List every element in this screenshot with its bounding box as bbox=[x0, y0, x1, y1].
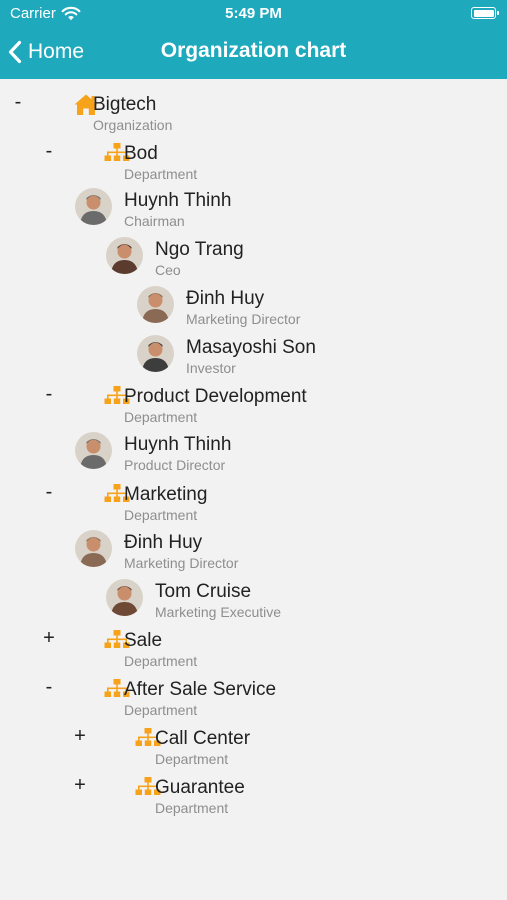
node-title: Guarantee bbox=[155, 777, 245, 798]
node-subtitle: Ceo bbox=[155, 262, 181, 278]
collapse-toggle[interactable]: - bbox=[39, 383, 59, 406]
node-subtitle: Department bbox=[124, 507, 198, 523]
collapse-toggle[interactable]: - bbox=[8, 91, 28, 114]
node-subtitle: Department bbox=[155, 751, 229, 767]
collapse-toggle[interactable]: - bbox=[39, 676, 59, 699]
clock: 5:49 PM bbox=[225, 5, 282, 22]
tree-node[interactable]: Đinh Huy Marketing Director bbox=[0, 530, 507, 577]
node-title: Call Center bbox=[155, 728, 251, 749]
node-title: After Sale Service bbox=[124, 679, 277, 700]
node-subtitle: Department bbox=[124, 166, 198, 182]
tree-node[interactable]: Masayoshi Son Investor bbox=[0, 335, 507, 382]
collapse-toggle[interactable]: - bbox=[39, 481, 59, 504]
tree-node[interactable]: Huynh Thinh Product Director bbox=[0, 432, 507, 479]
node-title: Bod bbox=[124, 143, 158, 164]
node-subtitle: Department bbox=[124, 702, 198, 718]
expand-toggle[interactable]: + bbox=[70, 725, 90, 748]
avatar bbox=[75, 188, 112, 225]
avatar bbox=[75, 530, 112, 567]
tree-node[interactable]: - Bigtech Organization bbox=[0, 91, 507, 139]
node-title: Sale bbox=[124, 630, 163, 651]
avatar bbox=[106, 579, 143, 616]
collapse-toggle[interactable]: - bbox=[39, 140, 59, 163]
node-subtitle: Department bbox=[124, 409, 198, 425]
node-title: Marketing bbox=[124, 484, 208, 505]
node-title: Huynh Thinh bbox=[124, 434, 232, 455]
node-subtitle: Department bbox=[124, 653, 198, 669]
node-title: Ngo Trang bbox=[155, 239, 244, 260]
tree-node[interactable]: Đinh Huy Marketing Director bbox=[0, 286, 507, 333]
tree-node[interactable]: - Bod Department bbox=[0, 140, 507, 188]
tree-node[interactable]: Ngo Trang Ceo bbox=[0, 237, 507, 284]
node-subtitle: Marketing Director bbox=[186, 311, 301, 327]
node-subtitle: Marketing Director bbox=[124, 555, 239, 571]
status-bar: Carrier 5:49 PM bbox=[0, 0, 507, 28]
tree-node[interactable]: + Guarantee Department bbox=[0, 774, 507, 822]
page-title: Organization chart bbox=[160, 39, 347, 62]
node-subtitle: Organization bbox=[93, 117, 173, 133]
tree-node[interactable]: - Product Development Department bbox=[0, 383, 507, 431]
node-title: Đinh Huy bbox=[186, 288, 265, 309]
tree-node[interactable]: Huynh Thinh Chairman bbox=[0, 188, 507, 235]
avatar bbox=[75, 432, 112, 469]
expand-toggle[interactable]: + bbox=[70, 774, 90, 797]
tree-node[interactable]: + Sale Department bbox=[0, 627, 507, 675]
node-title: Đinh Huy bbox=[124, 532, 203, 553]
node-title: Product Development bbox=[124, 386, 307, 407]
navigation-bar: Carrier 5:49 PM Home Organization chart bbox=[0, 0, 507, 79]
node-subtitle: Marketing Executive bbox=[155, 604, 282, 620]
node-subtitle: Product Director bbox=[124, 457, 226, 473]
expand-toggle[interactable]: + bbox=[39, 627, 59, 650]
node-subtitle: Chairman bbox=[124, 213, 185, 229]
node-title: Bigtech bbox=[93, 94, 157, 115]
node-title: Huynh Thinh bbox=[124, 190, 232, 211]
node-title: Tom Cruise bbox=[155, 581, 252, 602]
node-subtitle: Investor bbox=[186, 360, 236, 376]
node-title: Masayoshi Son bbox=[186, 337, 316, 358]
avatar bbox=[137, 286, 174, 323]
tree-node[interactable]: - After Sale Service Department bbox=[0, 676, 507, 724]
node-subtitle: Department bbox=[155, 800, 229, 816]
avatar bbox=[106, 237, 143, 274]
tree-node[interactable]: + Call Center Department bbox=[0, 725, 507, 773]
avatar bbox=[137, 335, 174, 372]
battery-icon bbox=[471, 7, 499, 19]
tree-node[interactable]: - Marketing Department bbox=[0, 481, 507, 529]
tree-node[interactable]: Tom Cruise Marketing Executive bbox=[0, 579, 507, 626]
